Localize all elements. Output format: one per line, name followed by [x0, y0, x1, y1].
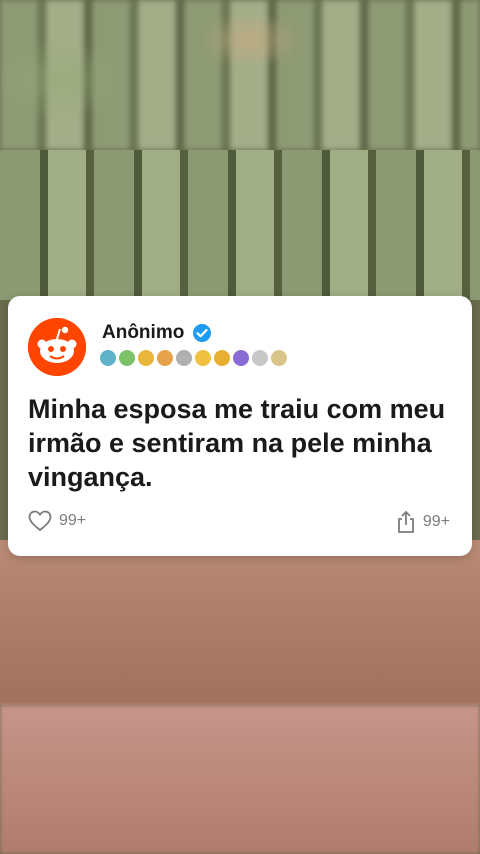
- share-icon: [397, 510, 414, 533]
- award-badge-icon: [195, 350, 211, 366]
- background-video-hands: [0, 540, 480, 705]
- background-video-middle: [0, 150, 480, 300]
- award-badge-icon: [119, 350, 135, 366]
- share-count: 99+: [422, 513, 450, 530]
- heart-outline-icon: [28, 510, 52, 532]
- award-badge-icon: [214, 350, 230, 366]
- award-badge-icon: [138, 350, 154, 366]
- award-badge-icon: [271, 350, 287, 366]
- share-button[interactable]: 99+: [396, 510, 450, 534]
- like-button[interactable]: 99+: [28, 510, 86, 532]
- award-badge-icon: [100, 350, 116, 366]
- post-actions: 99+ 99+: [8, 510, 472, 540]
- award-badge-icon: [252, 350, 268, 366]
- background-video-top: [0, 0, 480, 150]
- award-badges: [100, 350, 287, 366]
- background-video-bottom: [0, 705, 480, 854]
- award-badge-icon: [176, 350, 192, 366]
- award-badge-icon: [233, 350, 249, 366]
- user-row: Anônimo: [102, 322, 212, 344]
- award-badge-icon: [157, 350, 173, 366]
- username[interactable]: Anônimo: [102, 322, 184, 344]
- post-title: Minha esposa me traiu com meu irmão e se…: [28, 394, 446, 492]
- like-count: 99+: [59, 512, 87, 529]
- reddit-snoo-icon: [28, 318, 86, 376]
- post-card: Anônimo Minha esposa me traiu com meu ir…: [8, 296, 472, 556]
- verified-badge-icon: [193, 324, 212, 342]
